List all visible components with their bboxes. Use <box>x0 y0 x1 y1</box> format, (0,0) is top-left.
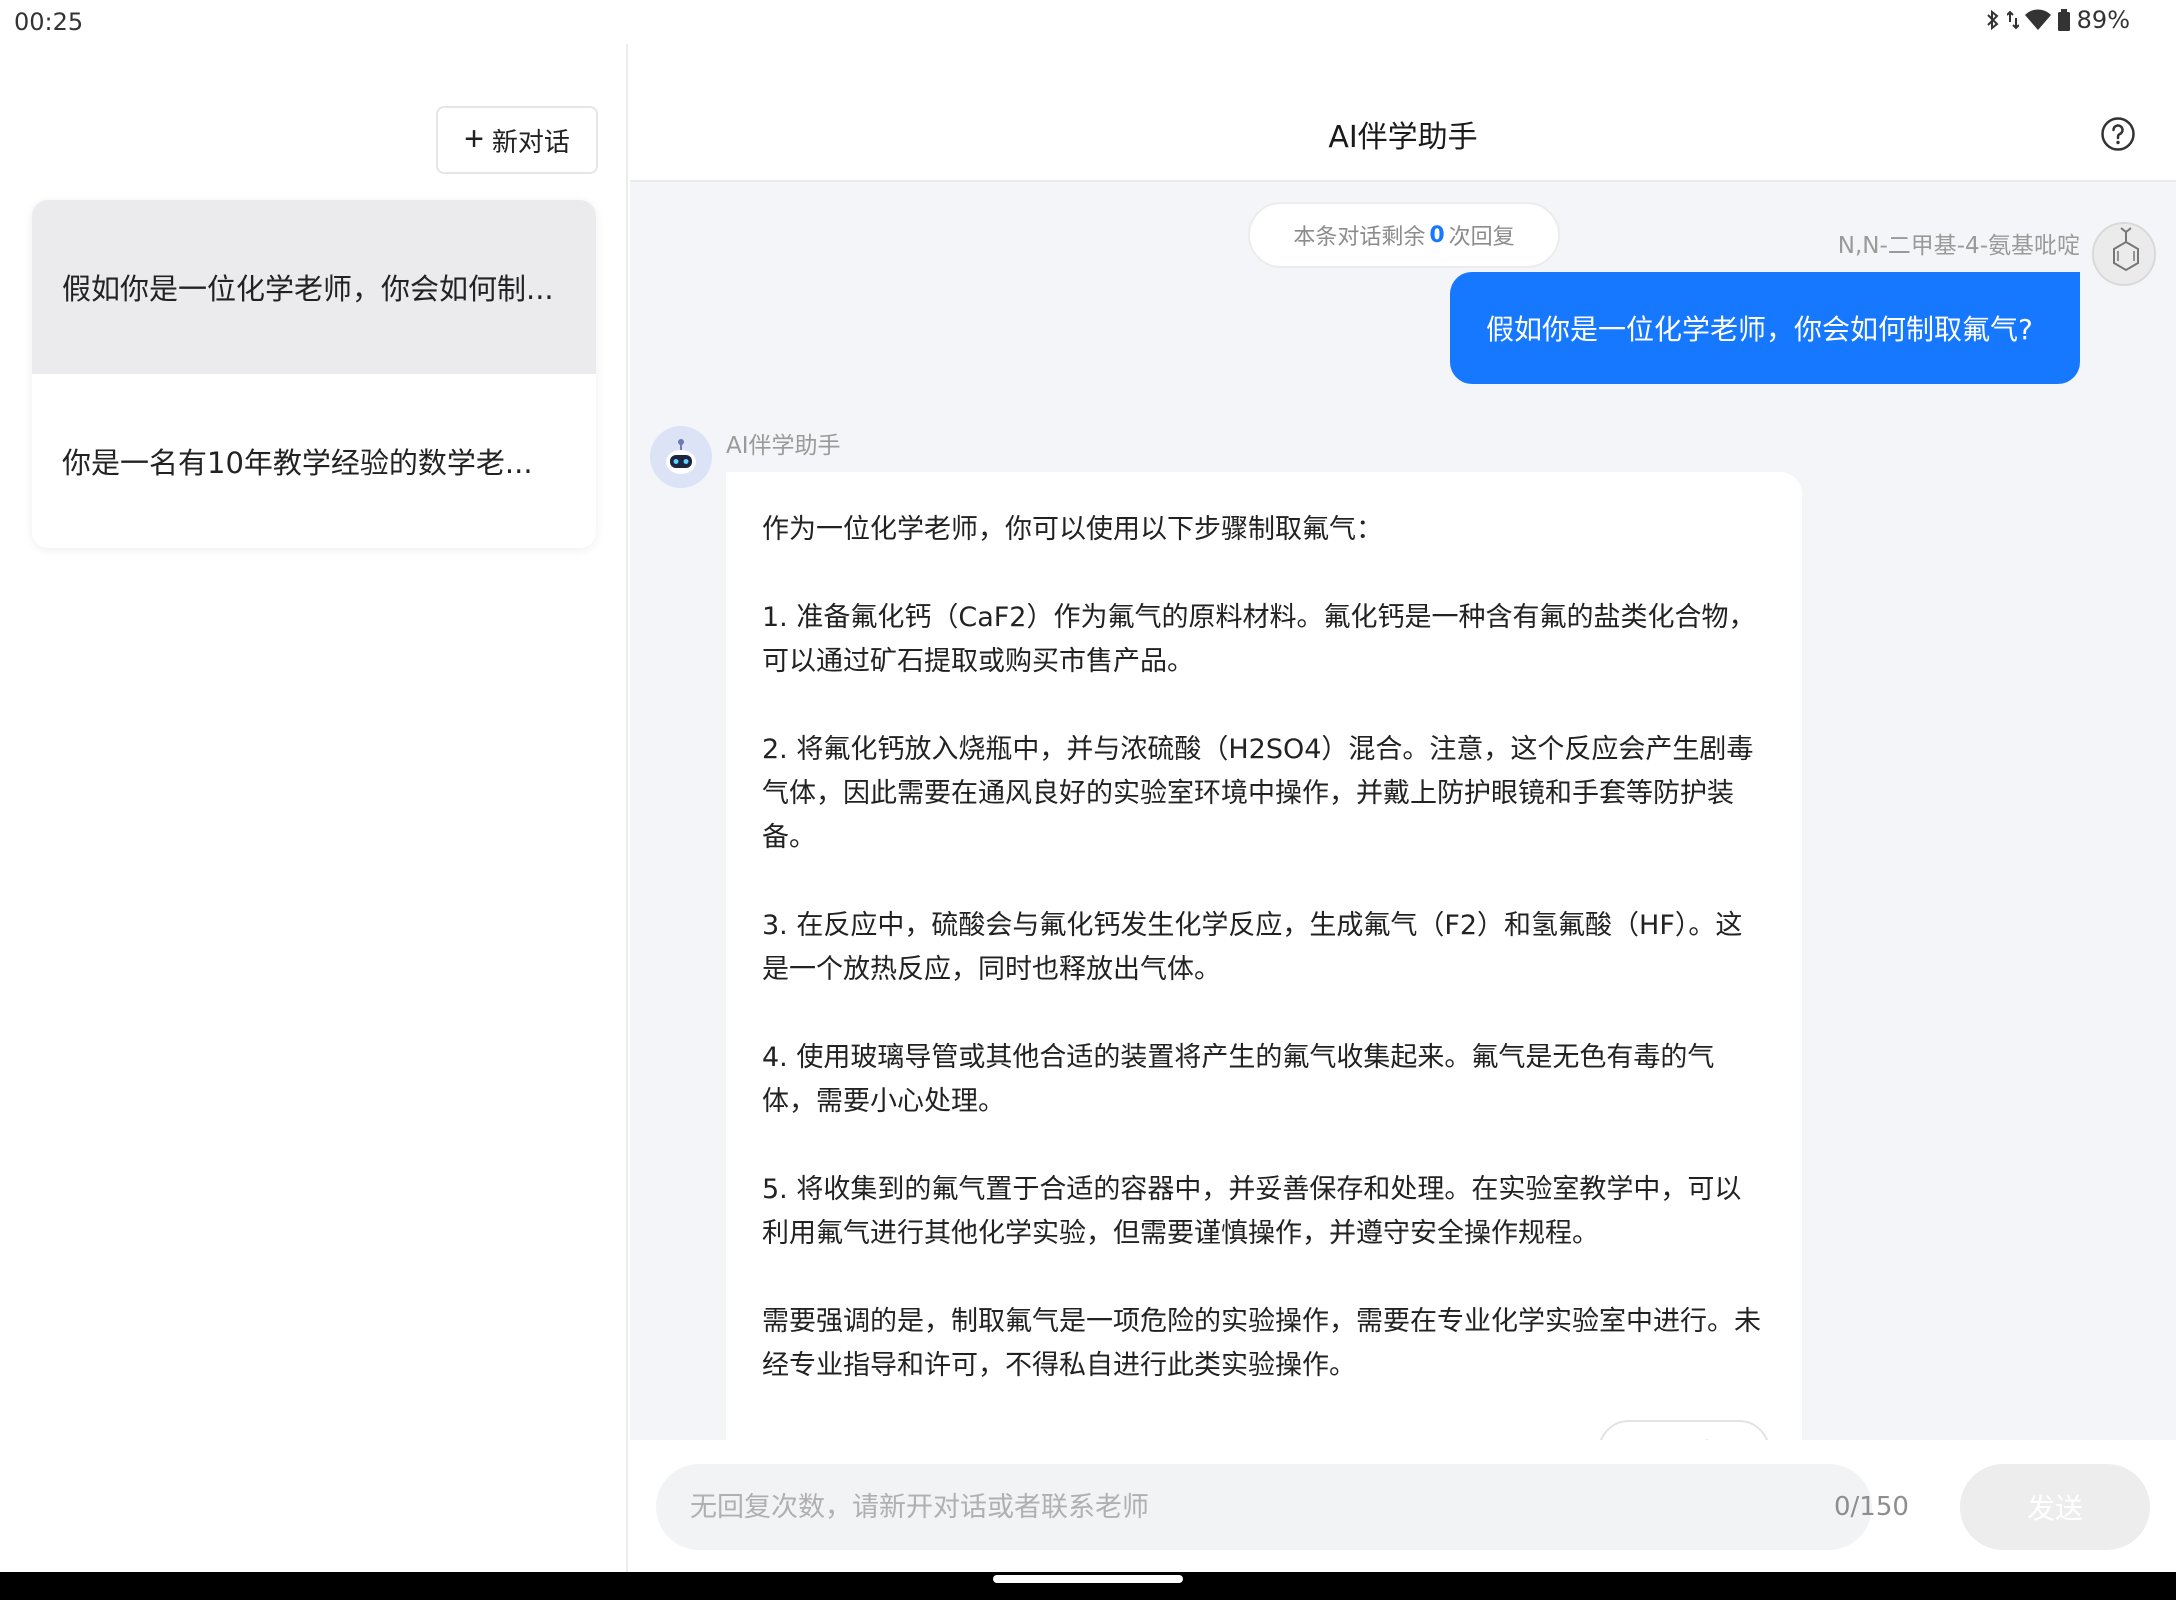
molecule-icon <box>2094 224 2154 284</box>
data-arrows-icon <box>2006 10 2019 30</box>
remaining-prefix: 本条对话剩余 <box>1293 225 1426 250</box>
bot-paragraph: 作为一位化学老师，你可以使用以下步骤制取氟气： <box>762 514 1383 545</box>
chat-header: AI伴学助手 <box>630 44 2176 182</box>
user-name: N,N-二甲基-4-氨基吡啶 <box>1837 233 2080 259</box>
bot-message-bubble: 作为一位化学老师，你可以使用以下步骤制取氟气： 1. 准备氟化钙（CaF2）作为… <box>726 472 1802 1440</box>
bluetooth-icon <box>1986 9 1999 31</box>
bot-name: AI伴学助手 <box>726 433 841 459</box>
send-button[interactable]: 发送 <box>1960 1464 2150 1550</box>
user-message-bubble: 假如你是一位化学老师，你会如何制取氟气? <box>1450 272 2080 384</box>
conversation-item[interactable]: 你是一名有10年教学经验的数学老... <box>32 374 596 548</box>
bot-paragraph: 需要强调的是，制取氟气是一项危险的实验操作，需要在专业化学实验室中进行。未经专业… <box>762 1306 1761 1381</box>
bot-avatar <box>650 426 712 488</box>
status-bar: 00:25 89% <box>0 0 2176 44</box>
robot-icon <box>650 426 712 488</box>
char-count: 0/150 <box>1834 1492 1909 1522</box>
wifi-icon <box>2024 9 2051 30</box>
bot-paragraph: 4. 使用玻璃导管或其他合适的装置将产生的氟气收集起来。氟气是无色有毒的气体，需… <box>762 1042 1715 1117</box>
home-handle[interactable] <box>993 1575 1183 1583</box>
sidebar: + 新对话 假如你是一位化学老师，你会如何制... 你是一名有10年教学经验的数… <box>0 44 628 1572</box>
conversation-list: 假如你是一位化学老师，你会如何制... 你是一名有10年教学经验的数学老... <box>32 200 596 548</box>
remaining-suffix: 次回复 <box>1448 225 1515 250</box>
remaining-replies-badge: 本条对话剩余 0 次回复 <box>1248 202 1560 268</box>
bot-paragraph: 2. 将氟化钙放入烧瓶中，并与浓硫酸（H2SO4）混合。注意，这个反应会产生剧毒… <box>762 734 1754 853</box>
conversation-title: 你是一名有10年教学经验的数学老... <box>62 446 533 480</box>
bot-paragraph: 1. 准备氟化钙（CaF2）作为氟气的原料材料。氟化钙是一种含有氟的盐类化合物，… <box>762 602 1756 677</box>
bot-paragraph: 5. 将收集到的氟气置于合适的容器中，并妥善保存和处理。在实验室教学中，可以利用… <box>762 1174 1742 1249</box>
message-input[interactable] <box>656 1464 1872 1550</box>
plus-icon: + <box>464 120 484 158</box>
chat-area[interactable]: 本条对话剩余 0 次回复 N,N-二甲基-4-氨基吡啶 假如你是一位化学老师，你… <box>630 182 2176 1440</box>
conversation-title: 假如你是一位化学老师，你会如何制... <box>62 272 554 306</box>
battery-icon <box>2057 9 2070 31</box>
bot-paragraph: 3. 在反应中，硫酸会与氟化钙发生化学反应，生成氟气（F2）和氢氟酸（HF）。这… <box>762 910 1743 985</box>
battery-level: 89% <box>2076 6 2130 34</box>
page-title: AI伴学助手 <box>1328 120 1478 155</box>
avatar <box>2092 222 2156 286</box>
conversation-item[interactable]: 假如你是一位化学老师，你会如何制... <box>32 200 596 374</box>
status-icons: 89% <box>1985 6 2130 34</box>
user-message-text: 假如你是一位化学老师，你会如何制取氟气? <box>1486 313 2033 346</box>
new-chat-button[interactable]: + 新对话 <box>436 106 598 174</box>
copy-label: 复制 <box>1674 1433 1724 1440</box>
copy-button[interactable]: 复制 <box>1598 1420 1770 1440</box>
status-time: 00:25 <box>14 8 84 36</box>
new-chat-label: 新对话 <box>491 126 570 157</box>
input-area: 0/150 发送 <box>630 1440 2176 1572</box>
help-icon[interactable] <box>2100 116 2136 152</box>
remaining-count: 0 <box>1429 222 1445 248</box>
bot-message-text: 作为一位化学老师，你可以使用以下步骤制取氟气： 1. 准备氟化钙（CaF2）作为… <box>762 508 1766 1388</box>
